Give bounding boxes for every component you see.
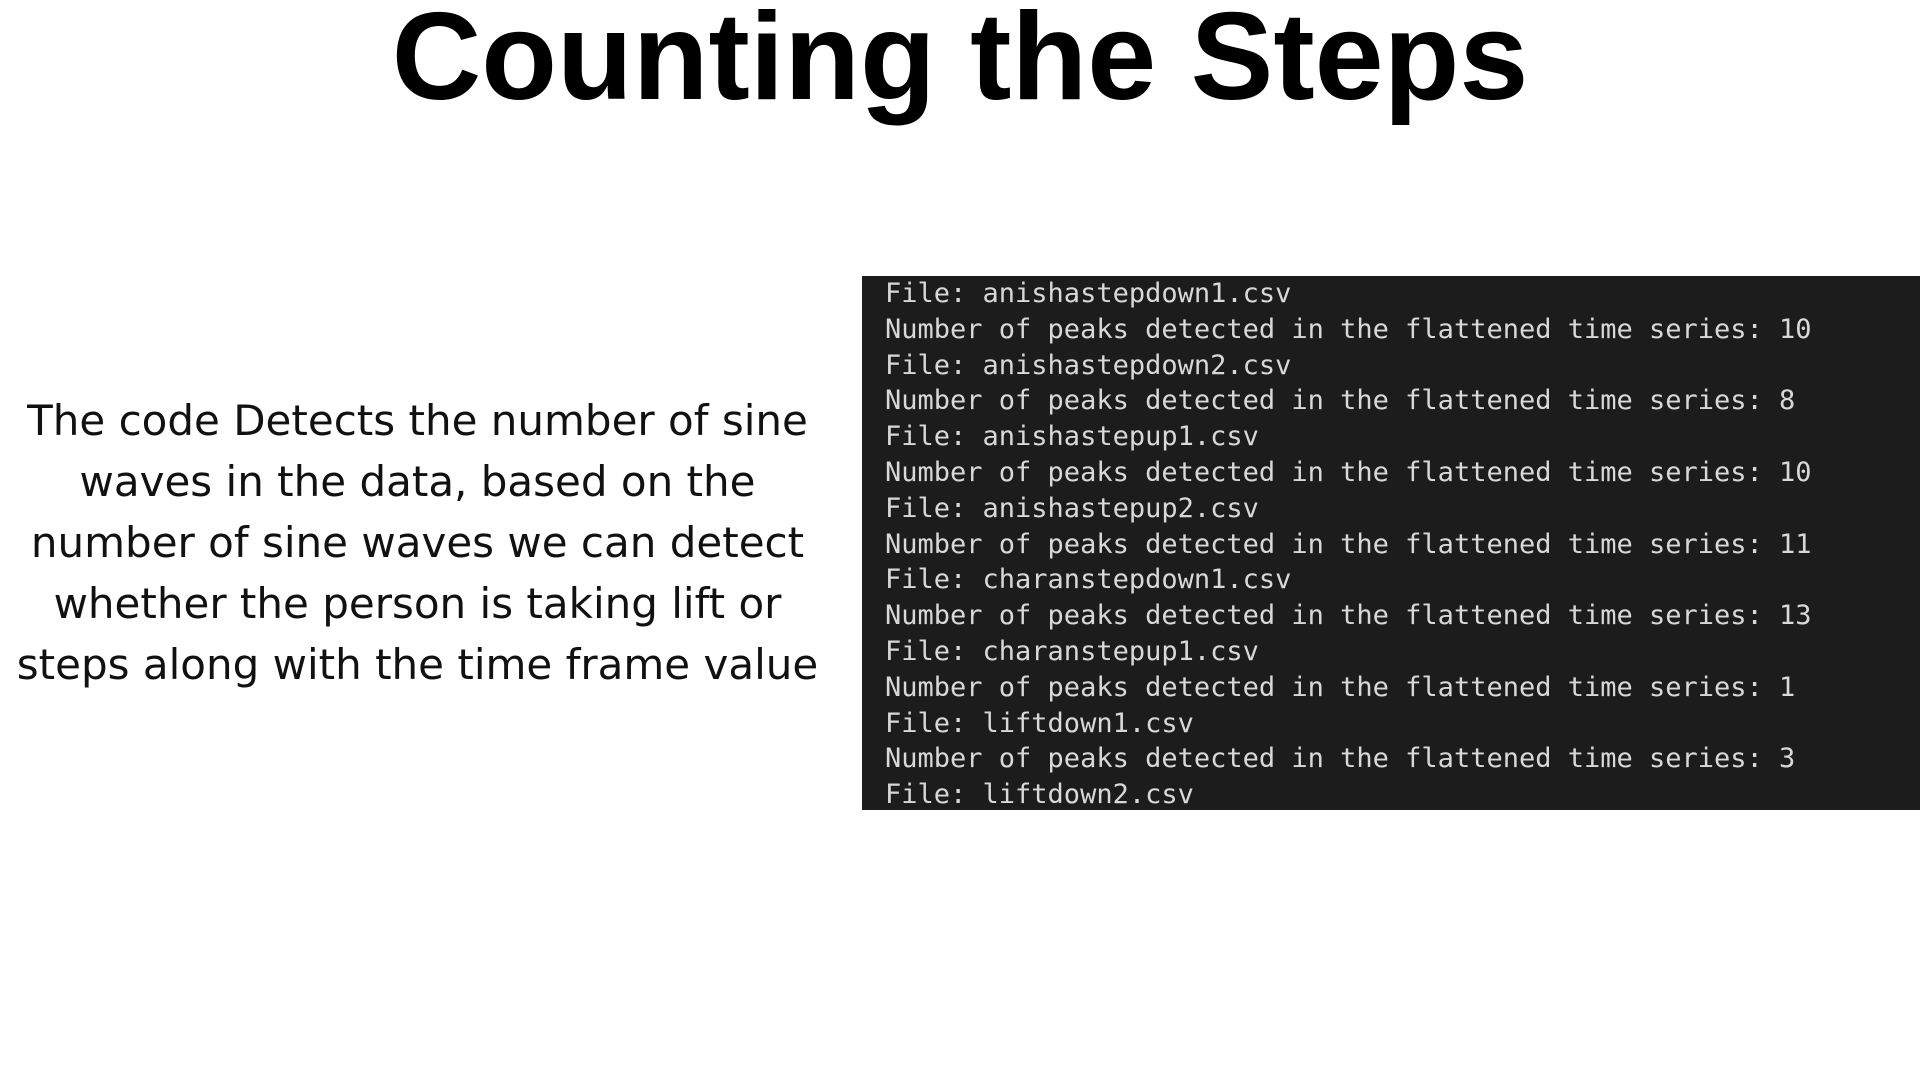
- terminal-line: Number of peaks detected in the flattene…: [885, 528, 1812, 560]
- terminal-line: File: charanstepdown1.csv: [885, 564, 1292, 596]
- slide: Counting the Steps The code Detects the …: [0, 0, 1920, 1080]
- terminal-lines: File: anishastepdown1.csv Number of peak…: [885, 276, 1812, 810]
- terminal-line: Number of peaks detected in the flattene…: [885, 743, 1796, 775]
- terminal-line: File: anishastepup1.csv: [885, 421, 1259, 453]
- slide-description: The code Detects the number of sine wave…: [16, 396, 819, 689]
- slide-title: Counting the Steps: [391, 0, 1529, 126]
- terminal-line: Number of peaks detected in the flattene…: [885, 313, 1812, 345]
- terminal-line: Number of peaks detected in the flattene…: [885, 671, 1796, 703]
- terminal-line: File: liftdown2.csv: [885, 779, 1194, 810]
- terminal-line: File: anishastepdown1.csv: [885, 278, 1292, 309]
- terminal-output-screenshot: File: anishastepdown1.csv Number of peak…: [862, 276, 1920, 810]
- terminal-line: Number of peaks detected in the flattene…: [885, 456, 1812, 488]
- terminal-line: Number of peaks detected in the flattene…: [885, 600, 1812, 632]
- terminal-line: File: anishastepup2.csv: [885, 492, 1259, 524]
- terminal-line: Number of peaks detected in the flattene…: [885, 385, 1796, 417]
- terminal-line: File: liftdown1.csv: [885, 707, 1194, 739]
- terminal-line: File: charanstepup1.csv: [885, 635, 1259, 667]
- terminal-line: File: anishastepdown2.csv: [885, 349, 1292, 381]
